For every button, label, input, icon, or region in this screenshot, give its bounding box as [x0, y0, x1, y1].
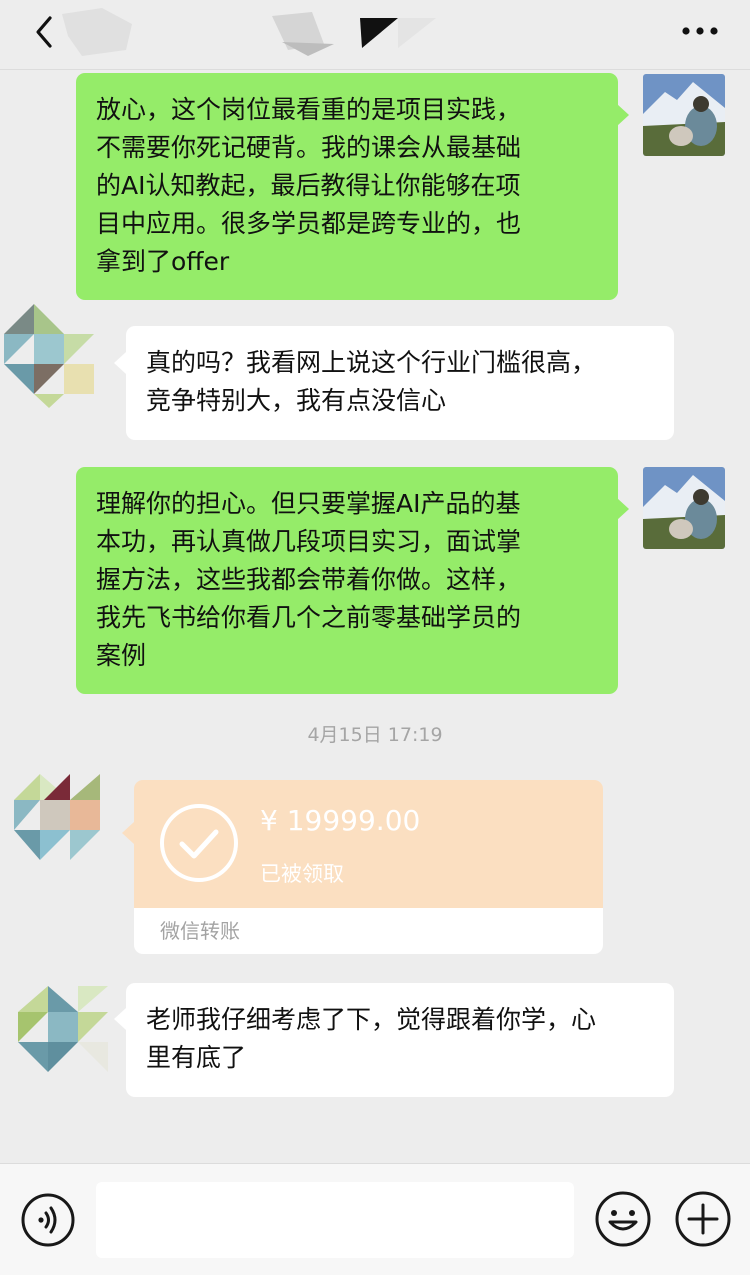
message-bubble-incoming[interactable]: 真的吗？我看网上说这个行业门槛很高， 竞争特别大，我有点没信心 [126, 326, 674, 440]
transfer-status: 已被领取 [260, 862, 344, 886]
message-text: 理解你的担心。但只要掌握AI产品的基 本功，再认真做几段项目实习，面试掌 握方法… [96, 489, 522, 670]
contact-name-redacted [62, 4, 502, 60]
message-bubble-outgoing[interactable]: 放心，这个岗位最看重的是项目实践， 不需要你死记硬背。我的课会从最基础 的AI认… [76, 73, 618, 300]
message-input[interactable] [96, 1182, 574, 1258]
message-text: 放心，这个岗位最看重的是项目实践， 不需要你死记硬背。我的课会从最基础 的AI认… [96, 95, 522, 276]
contact-avatar[interactable] [14, 982, 110, 1092]
plus-icon[interactable] [674, 1190, 732, 1248]
transfer-amount: ¥ 19999.00 [260, 804, 421, 837]
transfer-label: 微信转账 [134, 908, 603, 954]
bubble-tail [114, 352, 126, 374]
message-bubble-incoming[interactable]: 老师我仔细考虑了下，觉得跟着你学，心 里有底了 [126, 983, 674, 1097]
check-circle-icon [158, 802, 240, 884]
contact-avatar[interactable] [10, 770, 106, 880]
ellipsis-icon[interactable] [680, 16, 720, 46]
chat-header [0, 0, 750, 70]
message-list: 放心，这个岗位最看重的是项目实践， 不需要你死记硬背。我的课会从最基础 的AI认… [0, 70, 750, 1163]
message-bubble-outgoing[interactable]: 理解你的担心。但只要掌握AI产品的基 本功，再认真做几段项目实习，面试掌 握方法… [76, 467, 618, 694]
transfer-card[interactable]: ¥ 19999.00 已被领取 微信转账 [134, 780, 603, 954]
contact-avatar[interactable] [4, 300, 100, 410]
bubble-tail [114, 1008, 126, 1030]
bubble-tail [122, 822, 134, 844]
message-text: 真的吗？我看网上说这个行业门槛很高， 竞争特别大，我有点没信心 [146, 348, 597, 415]
bubble-tail [617, 104, 629, 126]
my-avatar[interactable] [643, 467, 725, 549]
input-bar [0, 1163, 750, 1275]
my-avatar[interactable] [643, 74, 725, 156]
message-text: 老师我仔细考虑了下，觉得跟着你学，心 里有底了 [146, 1005, 597, 1072]
emoji-icon[interactable] [594, 1190, 652, 1248]
voice-icon[interactable] [20, 1192, 76, 1248]
timestamp: 4月15日 17:19 [307, 724, 443, 746]
bubble-tail [617, 498, 629, 520]
